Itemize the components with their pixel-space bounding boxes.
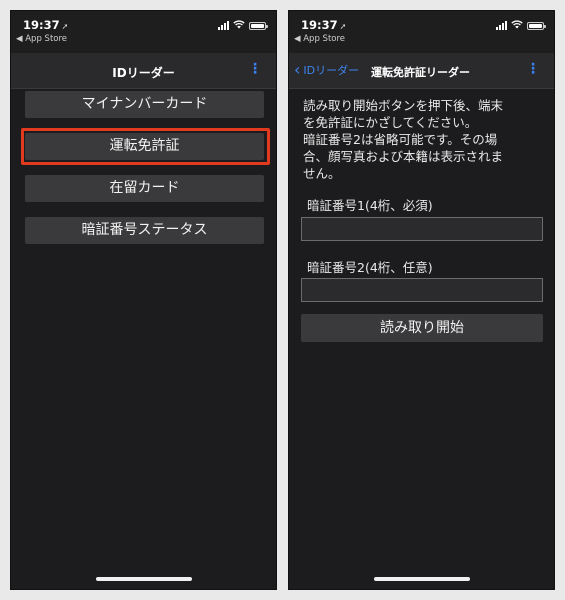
pin1-label: 暗証番号1(4桁、必須): [307, 198, 433, 213]
menu-item-residence-card[interactable]: 在留カード: [25, 175, 264, 202]
more-options-icon[interactable]: ⋮: [526, 61, 540, 77]
battery-icon: [249, 21, 268, 30]
cellular-signal-icon: [496, 21, 507, 30]
status-bar: 19:37 ➚ ◀ App Store: [289, 11, 554, 53]
pin2-input[interactable]: [301, 278, 543, 302]
phone-screen-id-reader-menu: 19:37 ➚ ◀ App Store IDリーダー ⋮ マイナンバーカード 運転…: [10, 10, 277, 590]
location-icon: ➚: [61, 22, 69, 31]
navigation-bar: ‹ IDリーダー 運転免許証リーダー ⋮: [289, 53, 554, 89]
back-to-app-store-link[interactable]: ◀ App Store: [294, 34, 345, 44]
selection-highlight: [21, 128, 270, 165]
home-indicator[interactable]: [95, 577, 192, 581]
status-time-text: 19:37: [301, 18, 338, 32]
menu-item-pin-status[interactable]: 暗証番号ステータス: [25, 217, 264, 244]
back-to-app-store-link[interactable]: ◀ App Store: [16, 34, 67, 44]
status-icons: [496, 20, 546, 31]
wifi-icon: [233, 20, 245, 31]
cellular-signal-icon: [218, 21, 229, 30]
menu-item-my-number-card[interactable]: マイナンバーカード: [25, 91, 264, 118]
instruction-text: 読み取り開始ボタンを押下後、端末 を免許証にかざしてください。 暗証番号2は省略…: [303, 98, 504, 181]
navigation-bar: IDリーダー ⋮: [11, 53, 276, 89]
back-button[interactable]: ‹ IDリーダー: [294, 62, 359, 78]
status-time-text: 19:37: [23, 18, 60, 32]
wifi-icon: [511, 20, 523, 31]
location-icon: ➚: [339, 22, 347, 31]
home-indicator[interactable]: [373, 577, 470, 581]
chevron-left-icon: ‹: [294, 60, 301, 79]
battery-icon: [527, 21, 546, 30]
nav-title: IDリーダー: [112, 66, 175, 80]
nav-title: 運転免許証リーダー: [371, 66, 470, 79]
more-options-icon[interactable]: ⋮: [248, 61, 262, 77]
phone-screen-license-reader: 19:37 ➚ ◀ App Store ‹ IDリーダー 運転免許証リーダー ⋮ …: [288, 10, 555, 590]
pin1-input[interactable]: [301, 217, 543, 241]
status-time: 19:37 ➚: [301, 18, 346, 32]
status-icons: [218, 20, 268, 31]
status-time: 19:37 ➚: [23, 18, 68, 32]
start-reading-button[interactable]: 読み取り開始: [301, 314, 543, 342]
back-button-label: IDリーダー: [303, 64, 360, 77]
pin2-label: 暗証番号2(4桁、任意): [307, 260, 433, 275]
status-bar: 19:37 ➚ ◀ App Store: [11, 11, 276, 53]
